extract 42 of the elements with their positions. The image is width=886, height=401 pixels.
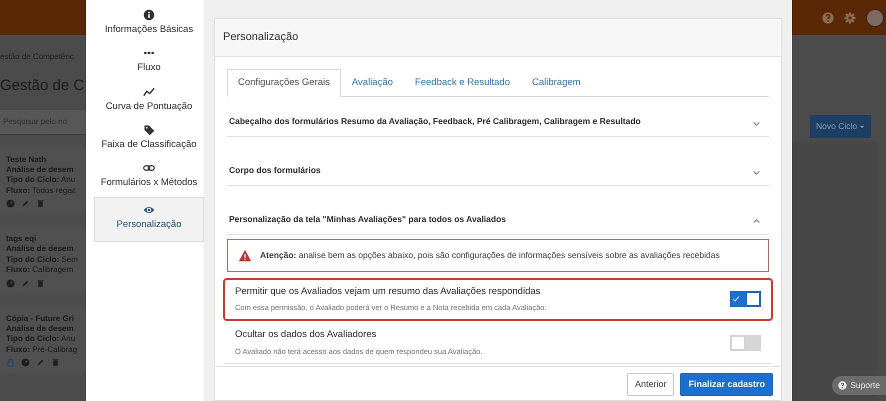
settings-icon[interactable] (844, 12, 856, 24)
section-title: Personalização da tela "Minhas Avaliações" para todos os Avaliados (229, 213, 506, 226)
info-icon (143, 9, 155, 21)
finish-button[interactable]: Finalizar cadastro (680, 372, 773, 396)
section-title: Corpo dos formulários (229, 164, 321, 177)
caret-icon (859, 124, 866, 130)
gauge-icon[interactable] (6, 199, 15, 208)
step-tab[interactable]: Personalização (94, 197, 204, 242)
avatar[interactable] (866, 8, 884, 26)
section-header[interactable]: Corpo dos formulários (227, 136, 769, 186)
tag-icon (143, 124, 155, 136)
help-icon (838, 381, 848, 390)
tab[interactable]: Configurações Gerais (227, 68, 341, 97)
tab[interactable]: Feedback e Resultado (404, 68, 521, 97)
toggle-switch[interactable] (730, 291, 761, 307)
help-icon[interactable] (822, 12, 834, 24)
previous-button[interactable]: Anterior (626, 372, 674, 396)
section-title: Cabeçalho dos formulários Resumo da Avaliação, Feedback, Pré Calibragem, Calibragem e Resultado (229, 115, 641, 128)
gauge-icon[interactable] (21, 358, 30, 368)
pencil-icon[interactable] (21, 278, 30, 288)
toggle-switch[interactable] (730, 334, 761, 350)
tab[interactable]: Calibragem (520, 68, 592, 97)
check-icon (732, 295, 740, 303)
section-header[interactable]: Cabeçalho dos formulários Resumo da Avaliação, Feedback, Pré Calibragem, Calibragem e Resultado (227, 96, 769, 137)
trash-icon[interactable] (36, 278, 45, 288)
pencil-icon[interactable] (36, 358, 45, 368)
option-label: Permitir que os Avaliados vejam um resumo das Avaliações respondidas (235, 284, 542, 299)
alert-text: Atenção: analise bem as opções abaixo, pois são configurações de informações sensíveis sobre as avaliações recebidas (260, 248, 720, 262)
line-chart-icon (143, 86, 155, 98)
link-icon (143, 162, 155, 174)
warning-icon (238, 248, 252, 262)
pencil-icon[interactable] (21, 199, 30, 208)
support-button[interactable]: Suporte (832, 376, 886, 395)
new-cycle-button[interactable]: Novo Ciclo (810, 115, 872, 138)
tab[interactable]: Avaliação (340, 68, 404, 97)
lock-icon[interactable] (6, 358, 15, 368)
trash-icon[interactable] (51, 358, 60, 368)
section-header[interactable]: Personalização da tela "Minhas Avaliações" para todos os Avaliados (227, 186, 769, 235)
option-label: Ocultar os dados dos Avaliadores (235, 328, 378, 342)
panel-title: Personalização (215, 19, 781, 56)
gauge-icon[interactable] (6, 278, 15, 288)
trash-icon[interactable] (36, 199, 45, 208)
